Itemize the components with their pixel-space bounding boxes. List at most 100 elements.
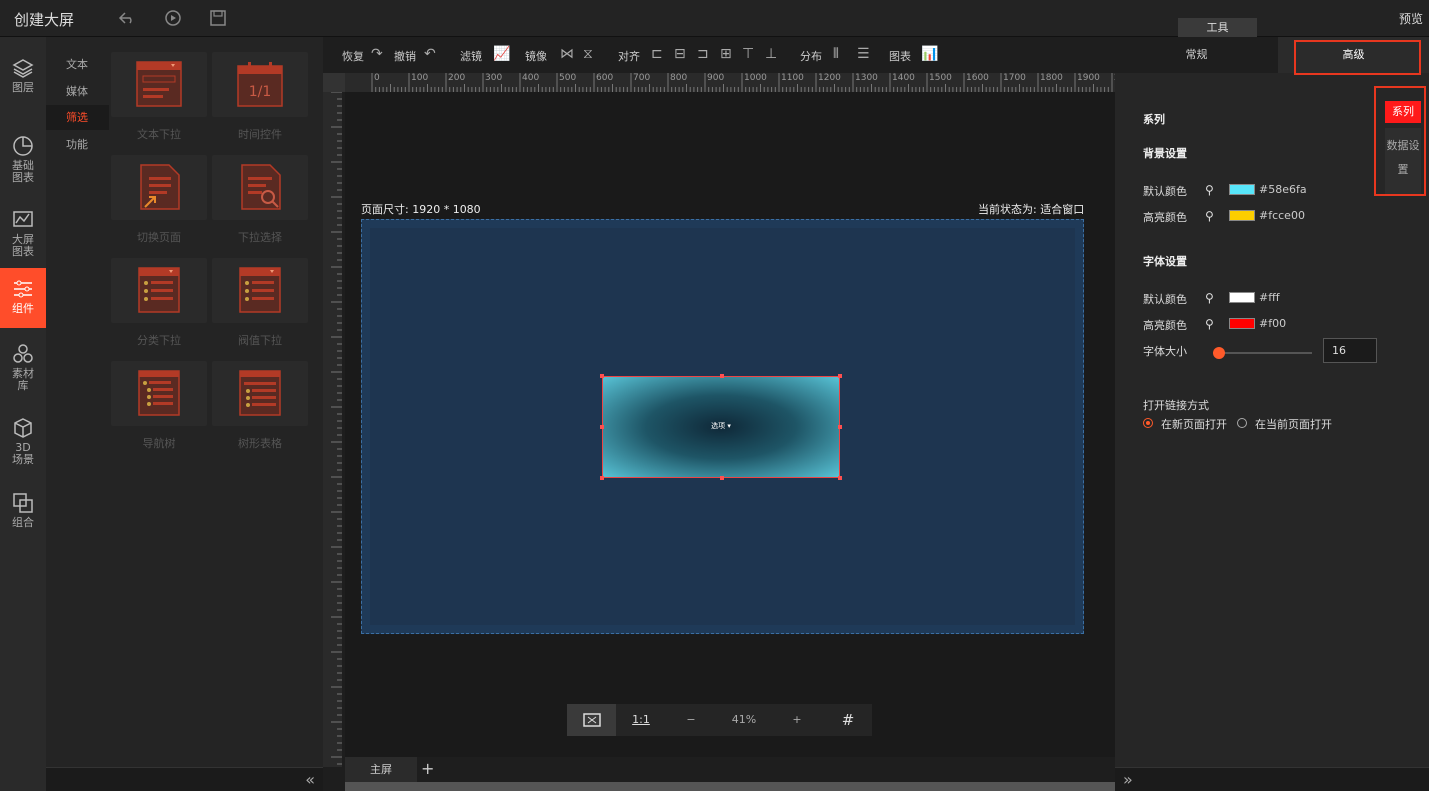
component-time-control[interactable]: 1/1 时间控件 bbox=[212, 52, 308, 149]
font-size-input[interactable]: 16 bbox=[1323, 338, 1377, 363]
resize-handle[interactable] bbox=[600, 374, 604, 378]
ruler-label: 800 bbox=[670, 73, 688, 83]
align-left-icon[interactable]: ⊏ bbox=[651, 46, 663, 62]
font-highlight-color-swatch[interactable] bbox=[1229, 318, 1255, 329]
undo-button[interactable]: 撤销 bbox=[394, 48, 416, 64]
radio-new-page[interactable] bbox=[1143, 418, 1153, 428]
component-dropdown-select[interactable]: 下拉选择 bbox=[212, 155, 308, 252]
align-center-h-icon[interactable]: ⊟ bbox=[674, 46, 686, 62]
right-panel-collapse[interactable]: » bbox=[1115, 767, 1429, 791]
align-button[interactable]: 对齐 bbox=[618, 48, 640, 64]
tool-tab[interactable]: 工具 bbox=[1178, 18, 1257, 37]
nav-assets[interactable]: 素材 库 bbox=[0, 343, 46, 392]
category-media[interactable]: 媒体 bbox=[46, 79, 109, 104]
bg-default-color-swatch[interactable] bbox=[1229, 184, 1255, 195]
double-chevron-left-icon[interactable]: « bbox=[305, 770, 315, 789]
filter-chart-icon[interactable]: 📈 bbox=[493, 46, 510, 62]
resize-handle[interactable] bbox=[600, 425, 604, 429]
shapes-icon bbox=[13, 344, 33, 363]
distribute-horizontal-icon[interactable]: ⫴ bbox=[833, 46, 839, 62]
fit-window-button[interactable] bbox=[567, 704, 616, 736]
ruler-corner bbox=[323, 73, 345, 92]
vertical-ruler bbox=[323, 92, 342, 767]
component-category-dropdown[interactable]: 分类下拉 bbox=[111, 258, 207, 355]
radio-current-page[interactable] bbox=[1237, 418, 1247, 428]
horizontal-scrollbar[interactable] bbox=[345, 782, 1115, 791]
component-switch-page[interactable]: 切换页面 bbox=[111, 155, 207, 252]
bg-highlight-color-label: 高亮颜色 bbox=[1143, 211, 1187, 224]
mirror-horizontal-icon[interactable]: ⋈ bbox=[560, 46, 574, 62]
mirror-vertical-icon[interactable]: ⧖ bbox=[583, 46, 593, 62]
zoom-value: 41% bbox=[731, 713, 757, 726]
component-tree-table[interactable]: 树形表格 bbox=[212, 361, 308, 458]
zoom-out-button[interactable]: − bbox=[666, 704, 716, 736]
radio-current-page-label[interactable]: 在当前页面打开 bbox=[1255, 416, 1332, 432]
preview-button[interactable]: 预览 bbox=[1399, 10, 1423, 27]
resize-handle[interactable] bbox=[720, 476, 724, 480]
bg-default-color-value: #58e6fa bbox=[1259, 183, 1307, 196]
page-size-label: 页面尺寸: 1920 * 1080 bbox=[361, 203, 481, 216]
ruler-label: 100 bbox=[411, 73, 429, 83]
distribute-button[interactable]: 分布 bbox=[800, 48, 822, 64]
resize-handle[interactable] bbox=[838, 425, 842, 429]
category-function[interactable]: 功能 bbox=[46, 132, 109, 157]
component-nav-tree[interactable]: 导航树 bbox=[111, 361, 207, 458]
font-size-slider-track[interactable] bbox=[1219, 352, 1312, 354]
selected-widget[interactable]: 选项 ▾ bbox=[600, 374, 842, 480]
left-panel-collapse[interactable]: « bbox=[46, 767, 323, 791]
resize-handle[interactable] bbox=[838, 374, 842, 378]
tab-general[interactable]: 常规 bbox=[1115, 37, 1278, 73]
group-icon bbox=[13, 493, 33, 513]
ruler-label: 1400 bbox=[892, 73, 915, 83]
actual-size-button[interactable]: 1:1 bbox=[616, 704, 666, 736]
mirror-button[interactable]: 镜像 bbox=[525, 48, 547, 64]
font-default-color-swatch[interactable] bbox=[1229, 292, 1255, 303]
bg-highlight-color-swatch[interactable] bbox=[1229, 210, 1255, 221]
eyedropper-icon[interactable]: ⚲ bbox=[1205, 183, 1214, 197]
resize-handle[interactable] bbox=[600, 476, 604, 480]
nav-layers[interactable]: 图层 bbox=[0, 57, 46, 94]
align-bottom-icon[interactable]: ⊥ bbox=[765, 46, 777, 62]
eyedropper-icon[interactable]: ⚲ bbox=[1205, 291, 1214, 305]
resize-handle[interactable] bbox=[720, 374, 724, 378]
font-size-slider-handle[interactable] bbox=[1213, 347, 1225, 359]
chart-button[interactable]: 图表 bbox=[889, 48, 911, 64]
ruler-label: 1500 bbox=[929, 73, 952, 83]
distribute-vertical-icon[interactable]: ☰ bbox=[857, 46, 870, 62]
component-label: 下拉选择 bbox=[238, 231, 282, 244]
layers-icon bbox=[12, 59, 34, 78]
undo-icon[interactable]: ↶ bbox=[424, 46, 436, 62]
ruler-label: 500 bbox=[559, 73, 577, 83]
component-text-dropdown[interactable]: 文本下拉 bbox=[111, 52, 207, 149]
play-icon[interactable] bbox=[164, 9, 182, 27]
nav-scene3d[interactable]: 3D 场景 bbox=[0, 417, 46, 466]
resize-handle[interactable] bbox=[838, 476, 842, 480]
filter-button[interactable]: 滤镜 bbox=[460, 48, 482, 64]
category-text[interactable]: 文本 bbox=[46, 52, 109, 77]
align-center-v-icon[interactable]: ⊞ bbox=[720, 46, 732, 62]
component-threshold-dropdown[interactable]: 阀值下拉 bbox=[212, 258, 308, 355]
back-icon[interactable] bbox=[118, 9, 136, 27]
tab-main-screen[interactable]: 主屏 bbox=[345, 757, 417, 782]
chart-icon[interactable]: 📊 bbox=[921, 46, 938, 62]
double-chevron-right-icon[interactable]: » bbox=[1123, 770, 1133, 789]
save-icon[interactable] bbox=[209, 9, 227, 27]
align-right-icon[interactable]: ⊐ bbox=[697, 46, 709, 62]
nav-components[interactable]: 组件 bbox=[0, 268, 46, 328]
zoom-in-button[interactable]: + bbox=[772, 704, 822, 736]
restore-button[interactable]: 恢复 bbox=[342, 48, 364, 64]
bg-highlight-color-value: #fcce00 bbox=[1259, 209, 1305, 222]
ruler-label: 700 bbox=[633, 73, 651, 83]
radio-new-page-label[interactable]: 在新页面打开 bbox=[1161, 416, 1227, 432]
grid-icon[interactable]: # bbox=[824, 704, 872, 736]
ruler-label: 600 bbox=[596, 73, 614, 83]
eyedropper-icon[interactable]: ⚲ bbox=[1205, 209, 1214, 223]
nav-group[interactable]: 组合 bbox=[0, 492, 46, 529]
align-top-icon[interactable]: ⊤ bbox=[742, 46, 754, 62]
eyedropper-icon[interactable]: ⚲ bbox=[1205, 317, 1214, 331]
add-screen-button[interactable]: + bbox=[421, 759, 434, 778]
category-filter[interactable]: 筛选 bbox=[46, 105, 109, 130]
redo-icon[interactable]: ↷ bbox=[371, 46, 383, 62]
nav-big-chart[interactable]: 大屏 图表 bbox=[0, 209, 46, 258]
nav-basic-chart[interactable]: 基础 图表 bbox=[0, 135, 46, 184]
